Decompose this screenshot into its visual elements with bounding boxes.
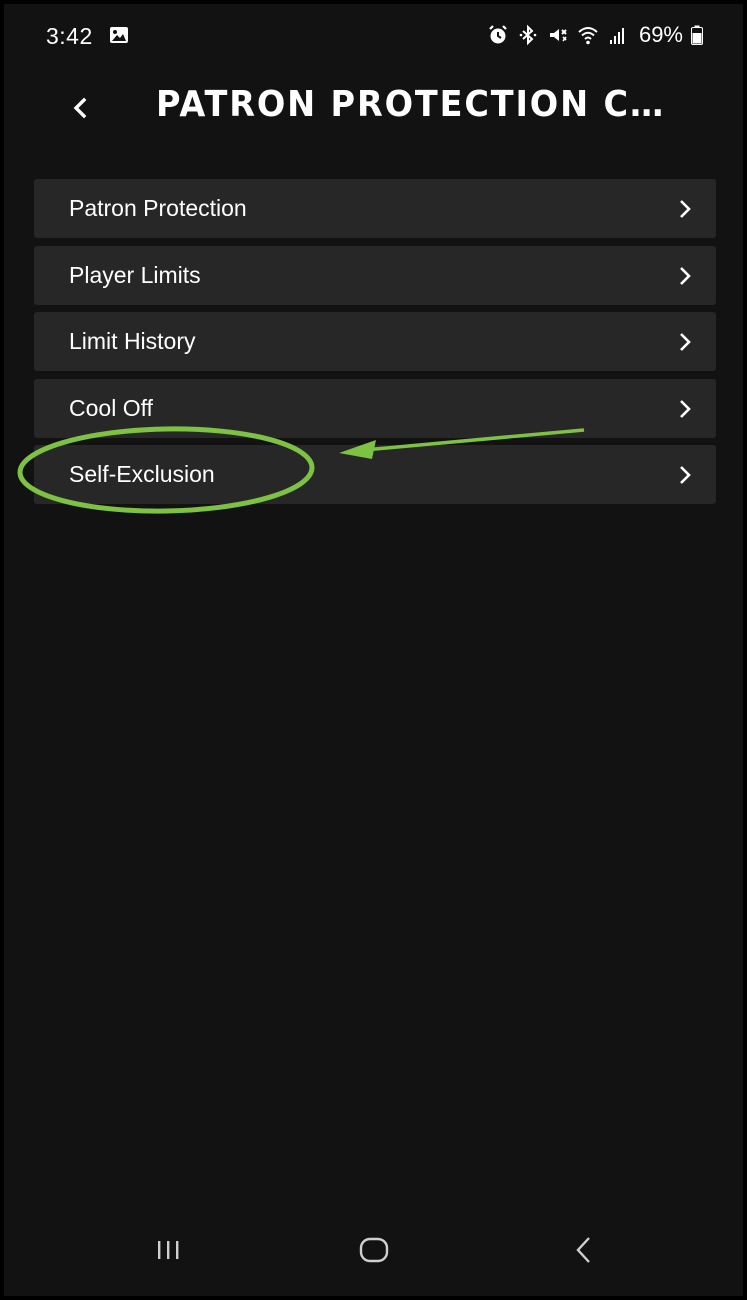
battery-icon (691, 25, 703, 45)
gallery-icon (110, 27, 128, 43)
recent-apps-icon (158, 1241, 179, 1259)
chevron-right-icon (680, 200, 691, 218)
chevron-left-icon (73, 97, 87, 119)
menu-item-label: Player Limits (69, 261, 201, 288)
header: PATRON PROTECTION CENT... (4, 74, 743, 144)
recent-apps-button[interactable] (138, 1228, 198, 1272)
status-bar: 3:42 69% (4, 4, 743, 66)
menu-item-patron-protection[interactable]: Patron Protection (34, 179, 716, 238)
page-title: PATRON PROTECTION CENT... (156, 84, 677, 125)
wifi-icon (578, 27, 598, 45)
app-screen: 3:42 69% PATRON PROTECTION CEN Patron Pr… (4, 4, 743, 1296)
menu-list: Patron Protection Player Limits Limit Hi… (34, 179, 716, 512)
mute-icon (549, 29, 567, 42)
battery-percentage: 69% (638, 22, 683, 47)
chevron-right-icon (680, 266, 691, 285)
menu-item-limit-history[interactable]: Limit History (34, 312, 716, 371)
menu-item-label: Self-Exclusion (69, 461, 215, 487)
chevron-right-icon (680, 399, 691, 418)
system-back-button[interactable] (554, 1228, 614, 1272)
back-icon (576, 1237, 590, 1263)
chevron-right-icon (680, 333, 691, 351)
menu-item-self-exclusion[interactable]: Self-Exclusion (34, 445, 716, 504)
menu-item-player-limits[interactable]: Player Limits (34, 245, 716, 305)
home-button[interactable] (344, 1228, 404, 1272)
navigation-bar (4, 1214, 743, 1284)
menu-item-cool-off[interactable]: Cool Off (34, 378, 716, 438)
back-button[interactable] (60, 88, 100, 128)
home-icon (359, 1237, 389, 1263)
alarm-icon (489, 25, 507, 44)
status-time: 3:42 (46, 23, 93, 49)
menu-item-label: Limit History (69, 328, 196, 354)
signal-icon (609, 28, 624, 44)
menu-item-label: Patron Protection (69, 195, 247, 221)
menu-item-label: Cool Off (69, 394, 153, 421)
bluetooth-icon (519, 24, 537, 46)
chevron-right-icon (680, 466, 691, 484)
status-icons: 69% (487, 22, 703, 48)
